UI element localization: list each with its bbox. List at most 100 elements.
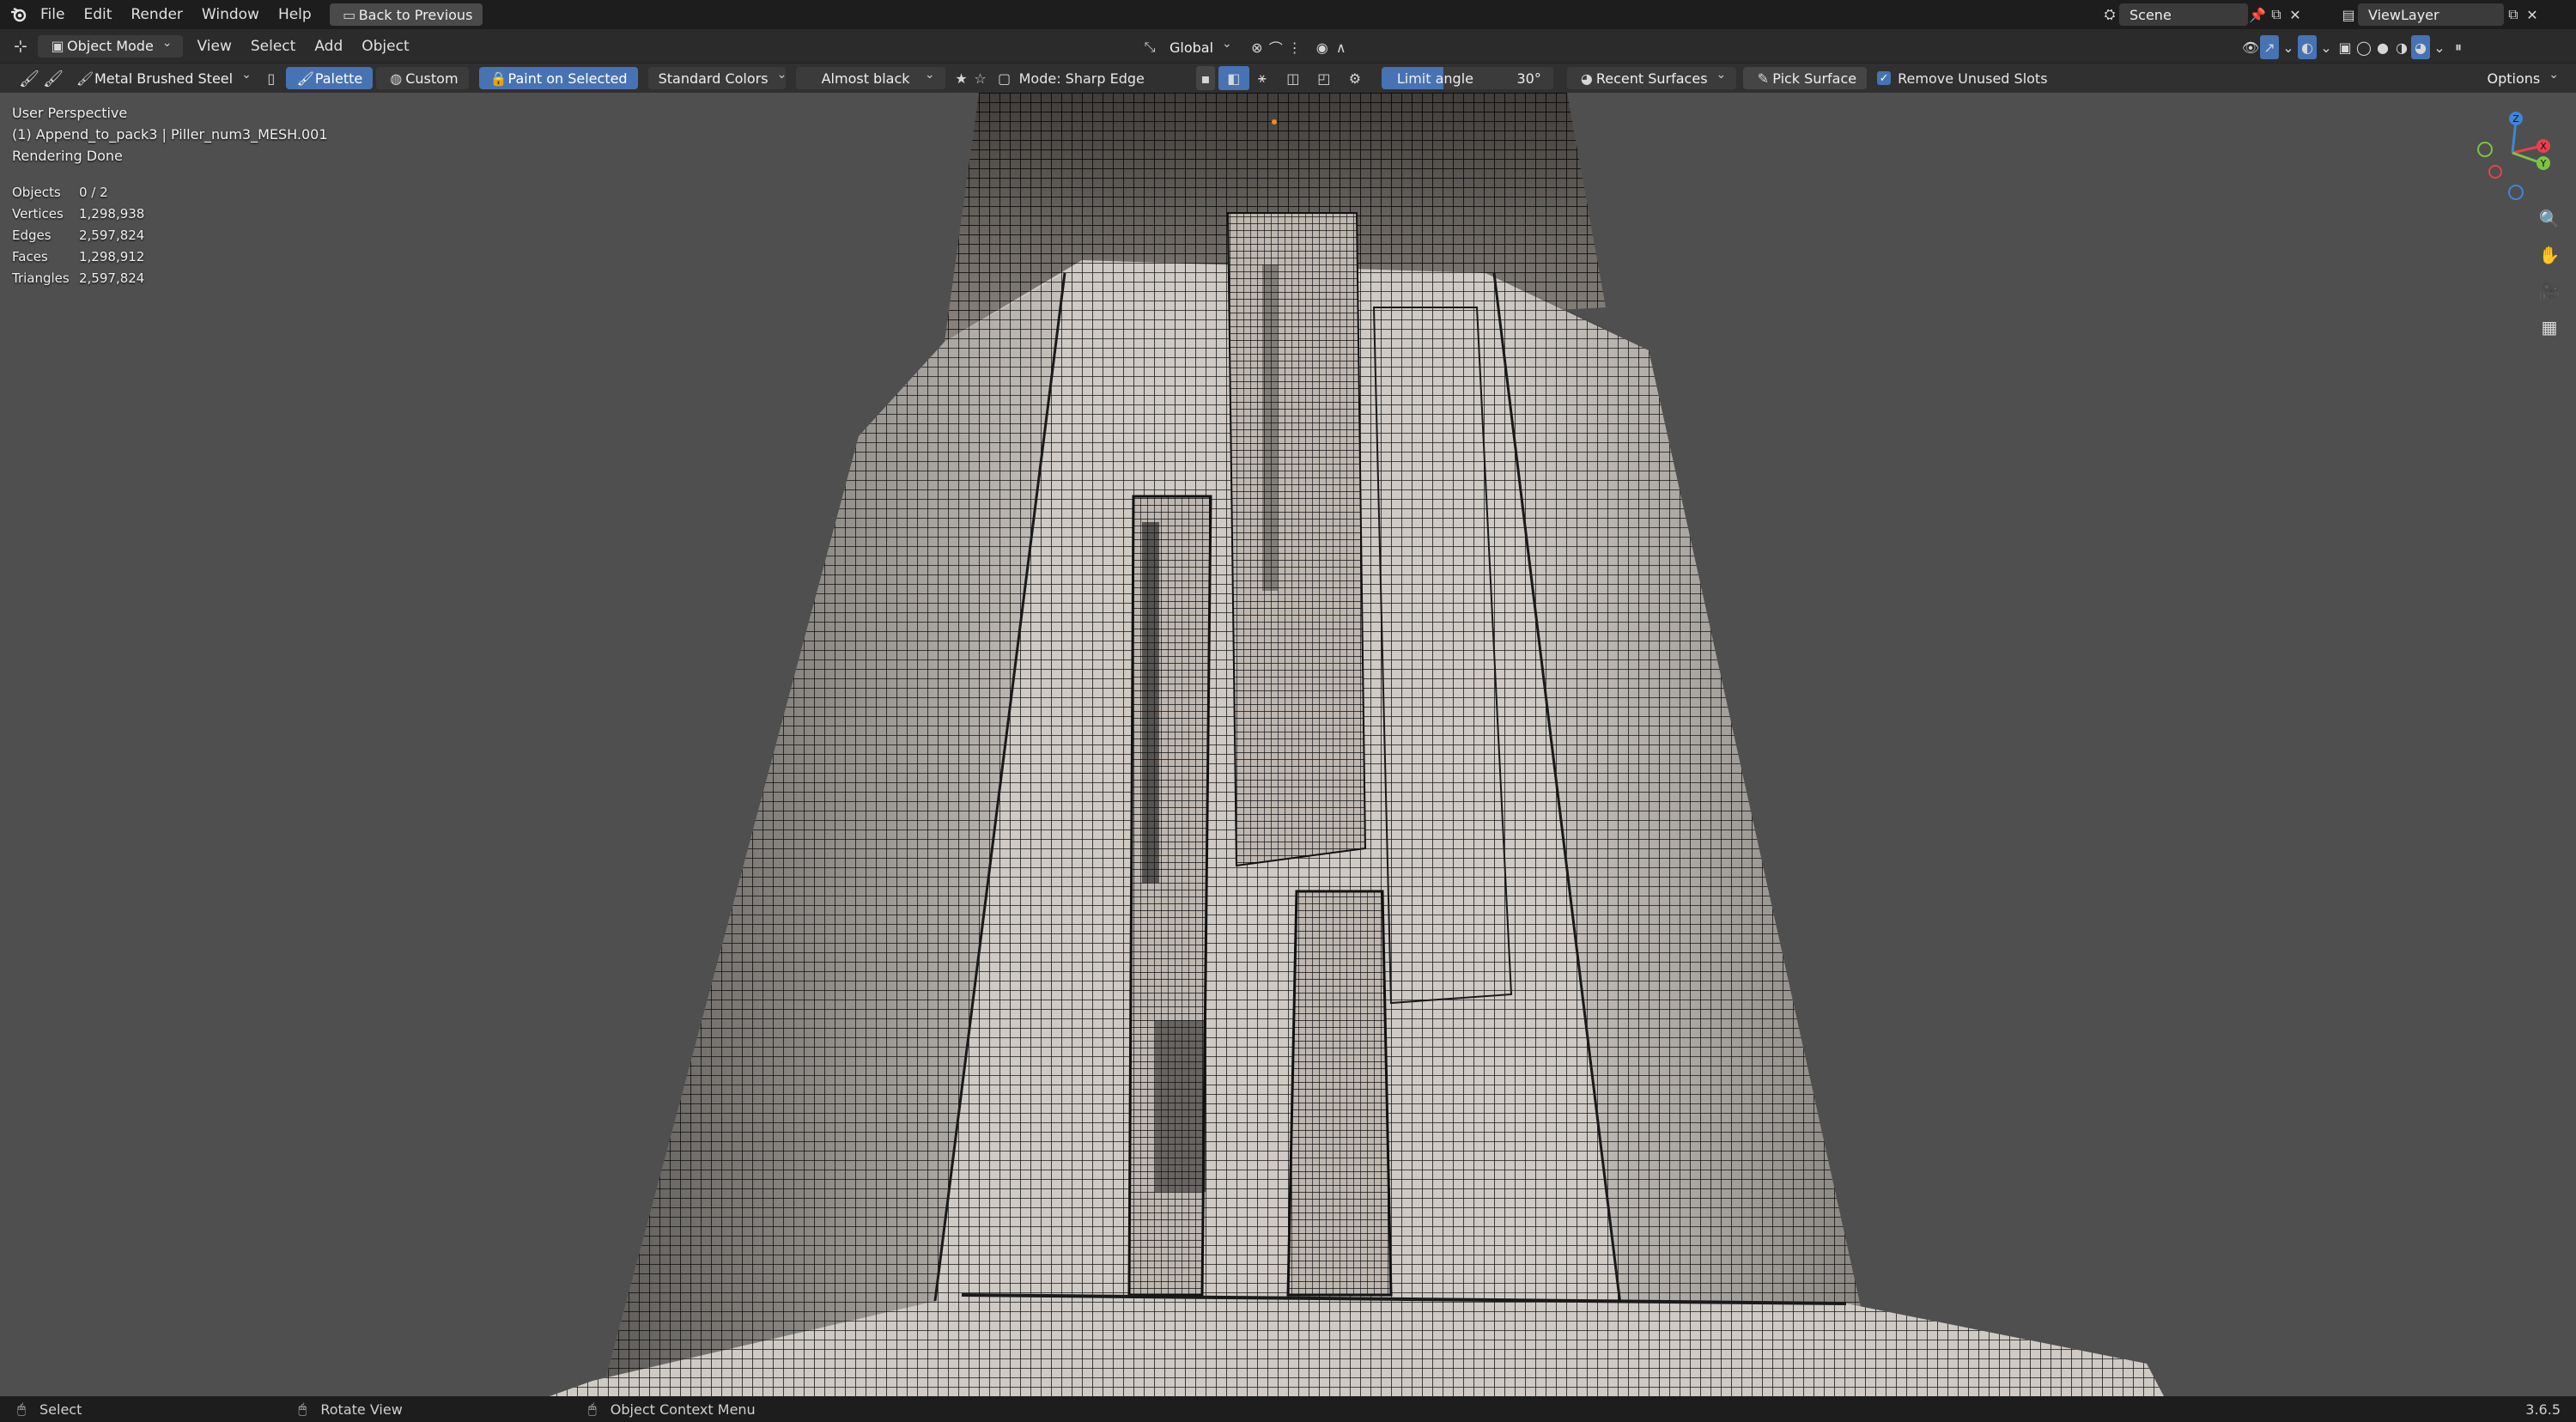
perspective-label: User Perspective (12, 105, 128, 121)
custom-label: Custom (405, 70, 459, 87)
shading-dropdown-icon[interactable]: ⌄ (2430, 35, 2449, 59)
snap-icon[interactable]: ⌒ (1267, 35, 1285, 59)
color-dropdown[interactable]: Almost black (795, 67, 945, 89)
menu-add[interactable]: Add (305, 32, 352, 61)
material-slot-icon[interactable]: ▯ (262, 66, 281, 90)
favorite-outline-icon[interactable]: ☆ (971, 66, 990, 90)
status-context-menu: Object Context Menu (610, 1401, 756, 1418)
mouse-middle-icon: 🖱 (298, 1401, 307, 1417)
pick-surface-button[interactable]: ✎ Pick Surface (1743, 67, 1868, 89)
menu-window[interactable]: Window (192, 0, 269, 29)
stat-label: Vertices (12, 206, 64, 222)
wireframe-shading-icon[interactable]: ◯ (2354, 35, 2373, 59)
close-scene-icon[interactable]: ✕ (2286, 3, 2305, 27)
viewlayer-selector[interactable]: ▤ ViewLayer ⧉ ✕ (2339, 3, 2542, 27)
favorite-star-icon[interactable]: ★ (952, 66, 971, 90)
menu-view[interactable]: View (188, 32, 241, 61)
shading-controls: 👁 ↗ ⌄ ◐ ⌄ ▣ ◯ ● ◑ ◕ ⌄ ⏸ (2241, 35, 2468, 59)
tool-settings-bar: 🖌 🖌 🖌 Metal Brushed Steel ▯ 🖌 Palette ◍ … (0, 64, 2576, 93)
object-mode-icon: ▣ (51, 38, 64, 54)
select-edge-icon[interactable]: ◧ (1218, 66, 1249, 90)
zoom-icon[interactable]: 🔍 (2535, 204, 2564, 234)
overlay-dropdown-icon[interactable]: ⌄ (2317, 35, 2336, 59)
sidebar-toggle-icon[interactable]: ⏸ (2449, 35, 2468, 59)
new-viewlayer-icon[interactable]: ⧉ (2504, 3, 2523, 27)
remove-unused-checkbox[interactable]: ✓ Remove Unused Slots (1877, 70, 2048, 87)
viewlayer-field[interactable]: ViewLayer (2358, 3, 2504, 26)
editor-type-icon[interactable]: ⊹ (9, 34, 33, 58)
close-viewlayer-icon[interactable]: ✕ (2523, 3, 2542, 27)
menu-help[interactable]: Help (269, 0, 321, 29)
select-island-icon[interactable]: ◰ (1315, 66, 1334, 90)
orientation-dropdown[interactable]: Global (1159, 36, 1242, 58)
pan-hand-icon[interactable]: ✋ (2535, 240, 2564, 270)
mode-label: Mode: Sharp Edge (1018, 70, 1145, 87)
scene-name: Scene (2129, 6, 2172, 23)
menu-render[interactable]: Render (121, 0, 192, 29)
select-face-icon[interactable]: ▪ (1195, 66, 1215, 90)
eyedropper-icon: ✎ (1757, 70, 1769, 87)
new-scene-icon[interactable]: ⧉ (2267, 3, 2286, 27)
blender-logo-icon[interactable] (7, 3, 31, 27)
scene-field[interactable]: Scene (2119, 3, 2248, 26)
limit-angle-label: Limit angle (1396, 70, 1473, 87)
gizmo-neg-y-axis[interactable] (2477, 142, 2493, 157)
recent-surfaces-dropdown[interactable]: ◕ Recent Surfaces (1566, 67, 1737, 89)
material-shading-icon[interactable]: ◑ (2392, 35, 2411, 59)
gizmo-neg-z-axis[interactable] (2508, 185, 2524, 200)
proportional-edit-icon[interactable]: ◉ (1313, 35, 1332, 59)
material-dropdown[interactable]: 🖌 Metal Brushed Steel (65, 67, 262, 89)
stat-value: 1,298,938 (79, 206, 145, 222)
brush-alt-icon[interactable]: 🖌 (41, 66, 65, 90)
select-material-icon[interactable]: ⚙ (1346, 66, 1364, 90)
select-linked-icon[interactable]: ⚹ (1253, 66, 1272, 90)
palette-label: Palette (314, 70, 363, 87)
viewlayer-name: ViewLayer (2368, 6, 2439, 23)
status-rotate: Rotate View (320, 1401, 403, 1418)
gizmo-neg-x-axis[interactable] (2488, 165, 2502, 179)
mode-checkbox-icon[interactable]: ▢ (995, 66, 1014, 90)
camera-icon[interactable]: 🎥 (2535, 276, 2564, 306)
mode-dropdown[interactable]: ▣ Object Mode (38, 34, 183, 58)
mode-label: Object Mode (67, 38, 154, 54)
remove-unused-label: Remove Unused Slots (1898, 70, 2048, 87)
recent-surfaces-icon: ◕ (1580, 70, 1593, 87)
palette-button[interactable]: 🖌 Palette (285, 67, 374, 89)
menu-file[interactable]: File (31, 0, 74, 29)
grid-view-icon[interactable]: ▦ (2535, 313, 2564, 342)
paint-on-selected-button[interactable]: 🔒 Paint on Selected (478, 67, 638, 89)
overlay-toggle-icon[interactable]: ◐ (2298, 35, 2317, 59)
gizmo-toggle-icon[interactable]: ↗ (2260, 35, 2279, 59)
limit-angle-slider[interactable]: Limit angle 30° (1381, 67, 1553, 89)
menu-select[interactable]: Select (241, 32, 305, 61)
rendered-shading-icon[interactable]: ◕ (2411, 35, 2430, 59)
scene-selector[interactable]: ⛭ Scene 📌 ⧉ ✕ (2100, 3, 2305, 27)
viewport-header: ⊹ ▣ Object Mode View Select Add Object ⤡… (0, 29, 2576, 64)
options-label: Options (2487, 70, 2541, 87)
xray-icon[interactable]: ▣ (2336, 35, 2354, 59)
snap-target-icon[interactable]: ⋮ (1285, 35, 1304, 59)
select-uv-icon[interactable]: ◫ (1284, 66, 1303, 90)
visibility-icon[interactable]: 👁 (2241, 35, 2260, 59)
gizmo-dropdown-icon[interactable]: ⌄ (2279, 35, 2298, 59)
pivot-icon[interactable]: ⊗ (1248, 35, 1267, 59)
options-dropdown[interactable]: Options (2476, 67, 2569, 89)
3d-viewport[interactable]: User Perspective (1) Append_to_pack3 | P… (0, 93, 2576, 1396)
menu-object[interactable]: Object (352, 32, 418, 61)
stat-value: 2,597,824 (79, 270, 145, 286)
solid-shading-icon[interactable]: ● (2373, 35, 2392, 59)
pin-icon[interactable]: 📌 (2248, 3, 2267, 27)
menu-edit[interactable]: Edit (74, 0, 121, 29)
scene-icon: ⛭ (2104, 6, 2116, 22)
stat-value: 2,597,824 (79, 228, 145, 243)
standard-colors-dropdown[interactable]: Standard Colors (647, 67, 786, 89)
color-label: Almost black (821, 70, 910, 87)
brush-tool-icon[interactable]: 🖌 (17, 66, 41, 90)
back-to-previous-button[interactable]: ▭ Back to Previous (329, 3, 483, 26)
custom-button[interactable]: ◍ Custom (376, 67, 469, 89)
navigation-gizmo[interactable]: Z X Y (2473, 106, 2550, 201)
orientation-label: Global (1170, 39, 1214, 56)
viewlayer-icon: ▤ (2342, 6, 2355, 23)
status-bar: 🖱 Select 🖱 Rotate View 🖱 Object Context … (0, 1396, 2576, 1422)
falloff-icon[interactable]: ∧ (1332, 35, 1351, 59)
